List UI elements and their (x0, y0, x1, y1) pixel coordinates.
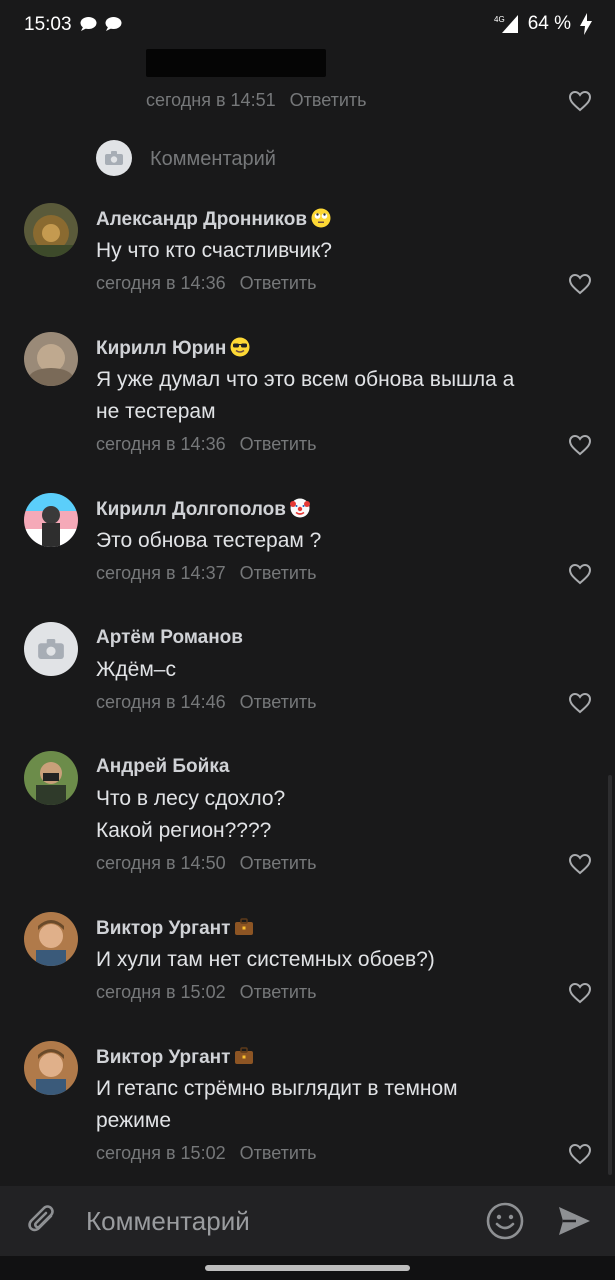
like-heart-icon[interactable] (568, 563, 592, 585)
comment-meta: сегодня в 14:36 Ответить (96, 273, 317, 294)
reply-link[interactable]: Ответить (240, 692, 317, 712)
avatar[interactable] (24, 912, 78, 966)
comment-text: И гетапс стрёмно выглядит в темном режиме (96, 1077, 458, 1132)
comment-time: сегодня в 14:50 (96, 853, 226, 873)
reply-link[interactable]: Ответить (240, 563, 317, 583)
chat-notification-icon (105, 17, 122, 31)
reply-input-placeholder[interactable]: Комментарий (150, 148, 276, 171)
comment-author[interactable]: Кирилл Юрин (96, 337, 250, 360)
comment-input-bar: Комментарий (0, 1186, 615, 1256)
reply-link[interactable]: Ответить (240, 853, 317, 873)
home-gesture-pill[interactable] (205, 1265, 410, 1271)
camera-icon (38, 639, 64, 659)
comment-author[interactable]: Андрей Бойка (96, 756, 229, 778)
clown-emoji-icon (289, 498, 310, 518)
paperclip-icon[interactable] (24, 1202, 62, 1240)
camera-icon (105, 151, 123, 165)
comment-meta: сегодня в 14:37 Ответить (96, 563, 317, 584)
comment-time: сегодня в 14:51 (146, 90, 276, 110)
comment-author[interactable]: Виктор Ургант (96, 917, 254, 940)
comment-text: Ну что кто счастливчик? (96, 239, 332, 262)
comment-meta: сегодня в 15:02 Ответить (96, 982, 317, 1003)
status-bar: 15:03 4G 64 % (0, 0, 615, 50)
comment-author[interactable]: Артём Романов (96, 627, 243, 649)
comment-time: сегодня в 14:37 (96, 563, 226, 583)
send-icon[interactable] (556, 1203, 592, 1239)
comment-text: Что в лесу сдохло? Какой регион???? (96, 787, 286, 842)
briefcase-emoji-icon (235, 918, 254, 935)
network-label: 4G (494, 15, 505, 24)
comment-meta: сегодня в 14:46 Ответить (96, 692, 317, 713)
reply-link[interactable]: Ответить (290, 90, 367, 110)
rolling-eyes-emoji-icon (311, 208, 331, 228)
like-heart-icon[interactable] (568, 434, 592, 456)
comment-time: сегодня в 14:36 (96, 434, 226, 454)
reply-link[interactable]: Ответить (240, 273, 317, 293)
briefcase-emoji-icon (235, 1047, 254, 1064)
comment-input[interactable]: Комментарий (86, 1206, 250, 1237)
battery-percent: 64 % (527, 13, 571, 34)
reply-link[interactable]: Ответить (240, 1143, 317, 1163)
comment-meta: сегодня в 14:50 Ответить (96, 853, 317, 874)
comment-author[interactable]: Виктор Ургант (96, 1046, 254, 1069)
status-time: 15:03 (24, 14, 72, 35)
charging-icon (580, 13, 592, 35)
like-heart-icon[interactable] (568, 692, 592, 714)
reply-link[interactable]: Ответить (240, 982, 317, 1002)
user-avatar-placeholder (96, 140, 132, 176)
signal-icon: 4G (494, 15, 518, 33)
comment-text: Ждём–с (96, 658, 176, 681)
like-heart-icon[interactable] (568, 853, 592, 875)
avatar-placeholder[interactable] (24, 622, 78, 676)
like-heart-icon[interactable] (568, 1143, 592, 1165)
comment-time: сегодня в 15:02 (96, 982, 226, 1002)
comment-author[interactable]: Кирилл Долгополов (96, 498, 310, 521)
emoji-smile-icon[interactable] (485, 1201, 525, 1241)
comment-meta: сегодня в 14:36 Ответить (96, 434, 317, 455)
comment-time: сегодня в 14:36 (96, 273, 226, 293)
like-heart-icon[interactable] (568, 273, 592, 295)
scrollbar[interactable] (608, 775, 612, 1175)
comment-text: Я уже думал что это всем обнова вышла ан… (96, 368, 515, 423)
avatar[interactable] (24, 751, 78, 805)
comment-time: сегодня в 14:46 (96, 692, 226, 712)
chat-notification-icon (80, 17, 97, 31)
comment-author[interactable]: Александр Дронников (96, 208, 331, 231)
avatar[interactable] (24, 493, 78, 547)
comment-text: Это обнова тестерам ? (96, 529, 322, 552)
comment-meta: сегодня в 15:02 Ответить (96, 1143, 317, 1164)
avatar[interactable] (24, 332, 78, 386)
like-heart-icon[interactable] (568, 90, 592, 112)
redacted-content (146, 49, 326, 77)
like-heart-icon[interactable] (568, 982, 592, 1004)
avatar[interactable] (24, 203, 78, 257)
comment-time: сегодня в 15:02 (96, 1143, 226, 1163)
avatar[interactable] (24, 1041, 78, 1095)
comment-text: И хули там нет системных обоев?) (96, 948, 435, 971)
navigation-bar (0, 1256, 615, 1280)
sunglasses-emoji-icon (230, 337, 250, 357)
comment-meta: сегодня в 14:51 Ответить (146, 90, 367, 111)
reply-link[interactable]: Ответить (240, 434, 317, 454)
